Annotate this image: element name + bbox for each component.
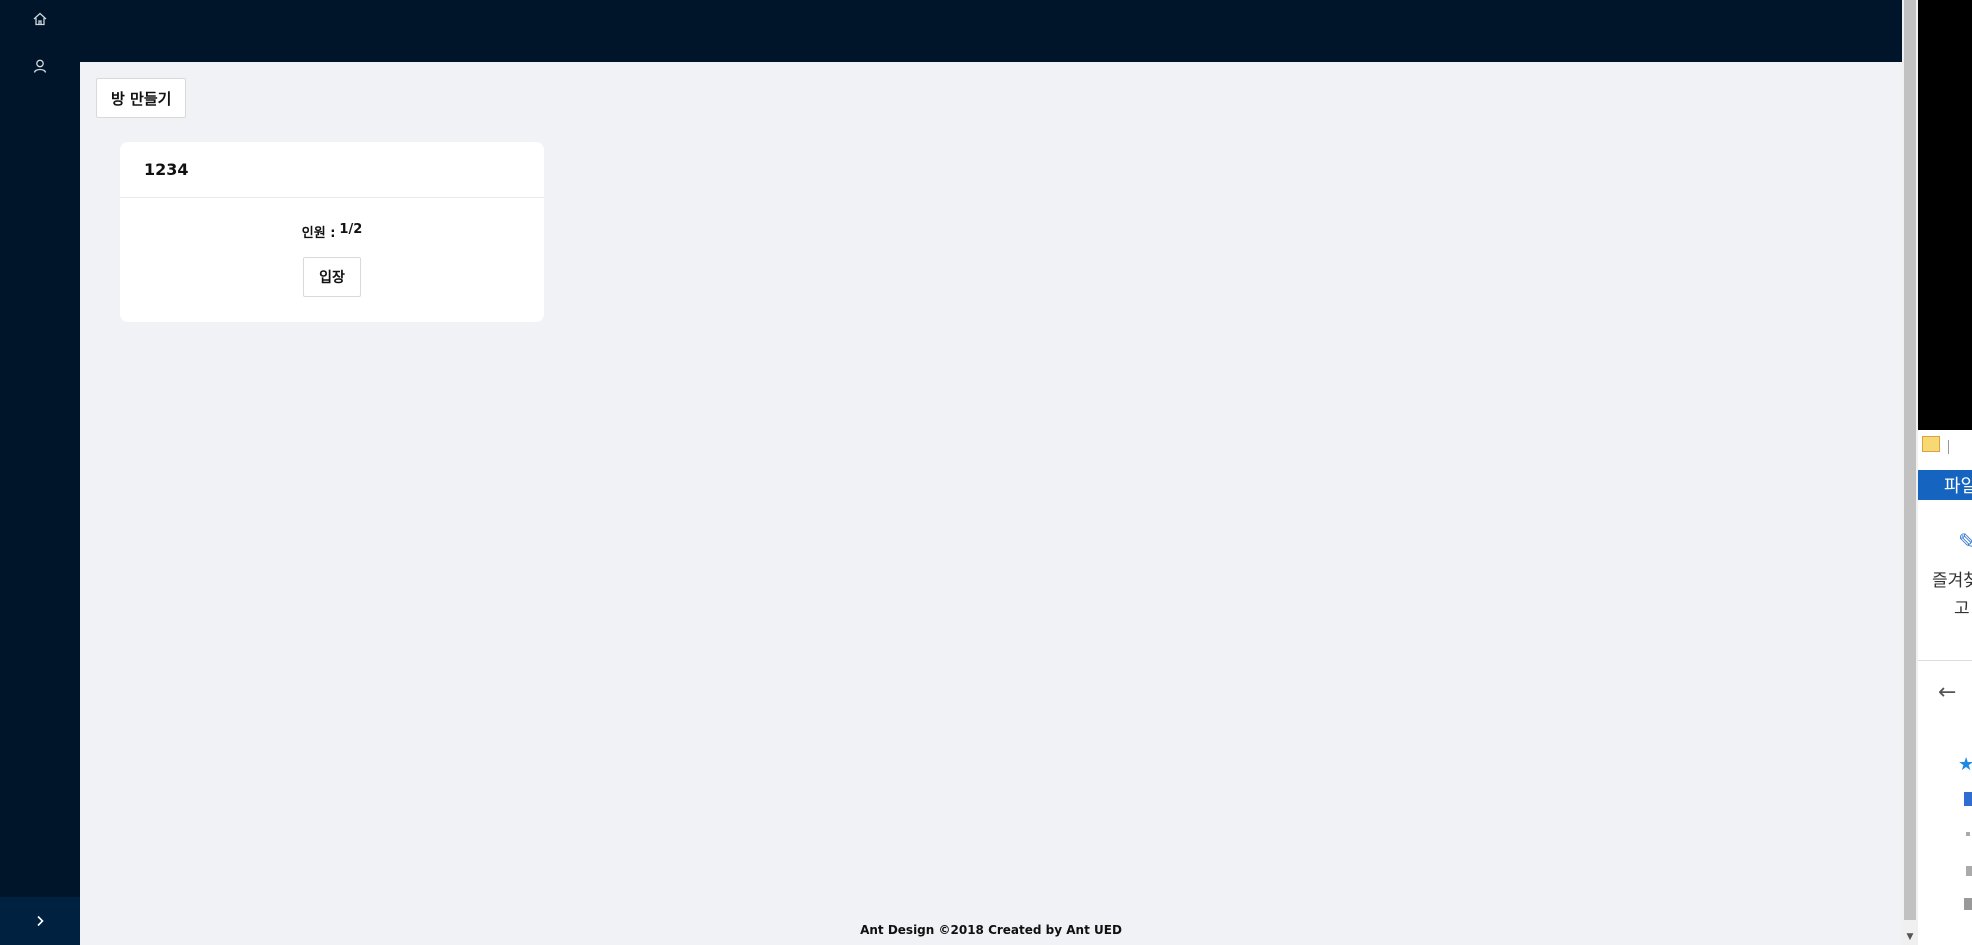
document-icon[interactable] — [1966, 866, 1972, 876]
toolbar-separator — [1948, 440, 1949, 454]
room-members-label: 인원 : — [301, 226, 336, 241]
scroll-down-arrow-icon[interactable]: ▼ — [1902, 929, 1918, 945]
favorites-label-line2: 고 — [1954, 599, 1970, 619]
nav-item-icon[interactable] — [1966, 832, 1970, 836]
picture-icon[interactable] — [1964, 898, 1972, 910]
page-scrollbar[interactable]: ▼ — [1902, 0, 1918, 945]
window-dark-area — [1918, 0, 1972, 430]
back-arrow-icon[interactable]: ← — [1938, 680, 1956, 705]
room-card: 1234 인원 : 1/2 입장 — [120, 142, 544, 322]
user-icon[interactable] — [28, 54, 52, 78]
top-header — [80, 0, 1902, 62]
scrollbar-thumb[interactable] — [1904, 0, 1916, 920]
enter-room-button[interactable]: 입장 — [303, 257, 361, 297]
file-explorer-window: 파일 ✎ 즐겨찾 고 ← ★ — [1918, 0, 1972, 945]
room-members-value: 1/2 — [339, 222, 363, 237]
star-icon[interactable]: ★ — [1958, 754, 1972, 775]
room-name: 1234 — [120, 142, 544, 198]
main-content: 방 만들기 1234 인원 : 1/2 입장 Ant Design ©2018 … — [80, 62, 1902, 945]
window-divider — [1918, 660, 1972, 661]
sidebar-collapse-button[interactable] — [0, 897, 80, 945]
room-members: 인원 : 1/2 — [302, 222, 363, 241]
favorites-label: 즐겨찾 — [1932, 571, 1972, 591]
desktop-icon[interactable] — [1964, 792, 1972, 806]
create-room-button[interactable]: 방 만들기 — [96, 78, 187, 118]
chevron-right-icon — [37, 915, 44, 927]
folder-icon[interactable] — [1922, 436, 1940, 452]
ribbon-file-tab[interactable]: 파일 — [1918, 470, 1972, 500]
sidebar — [0, 0, 80, 945]
footer: Ant Design ©2018 Created by Ant UED — [860, 923, 1122, 937]
pin-icon[interactable]: ✎ — [1958, 530, 1972, 555]
home-icon[interactable] — [28, 7, 52, 31]
room-body: 인원 : 1/2 입장 — [120, 198, 544, 297]
